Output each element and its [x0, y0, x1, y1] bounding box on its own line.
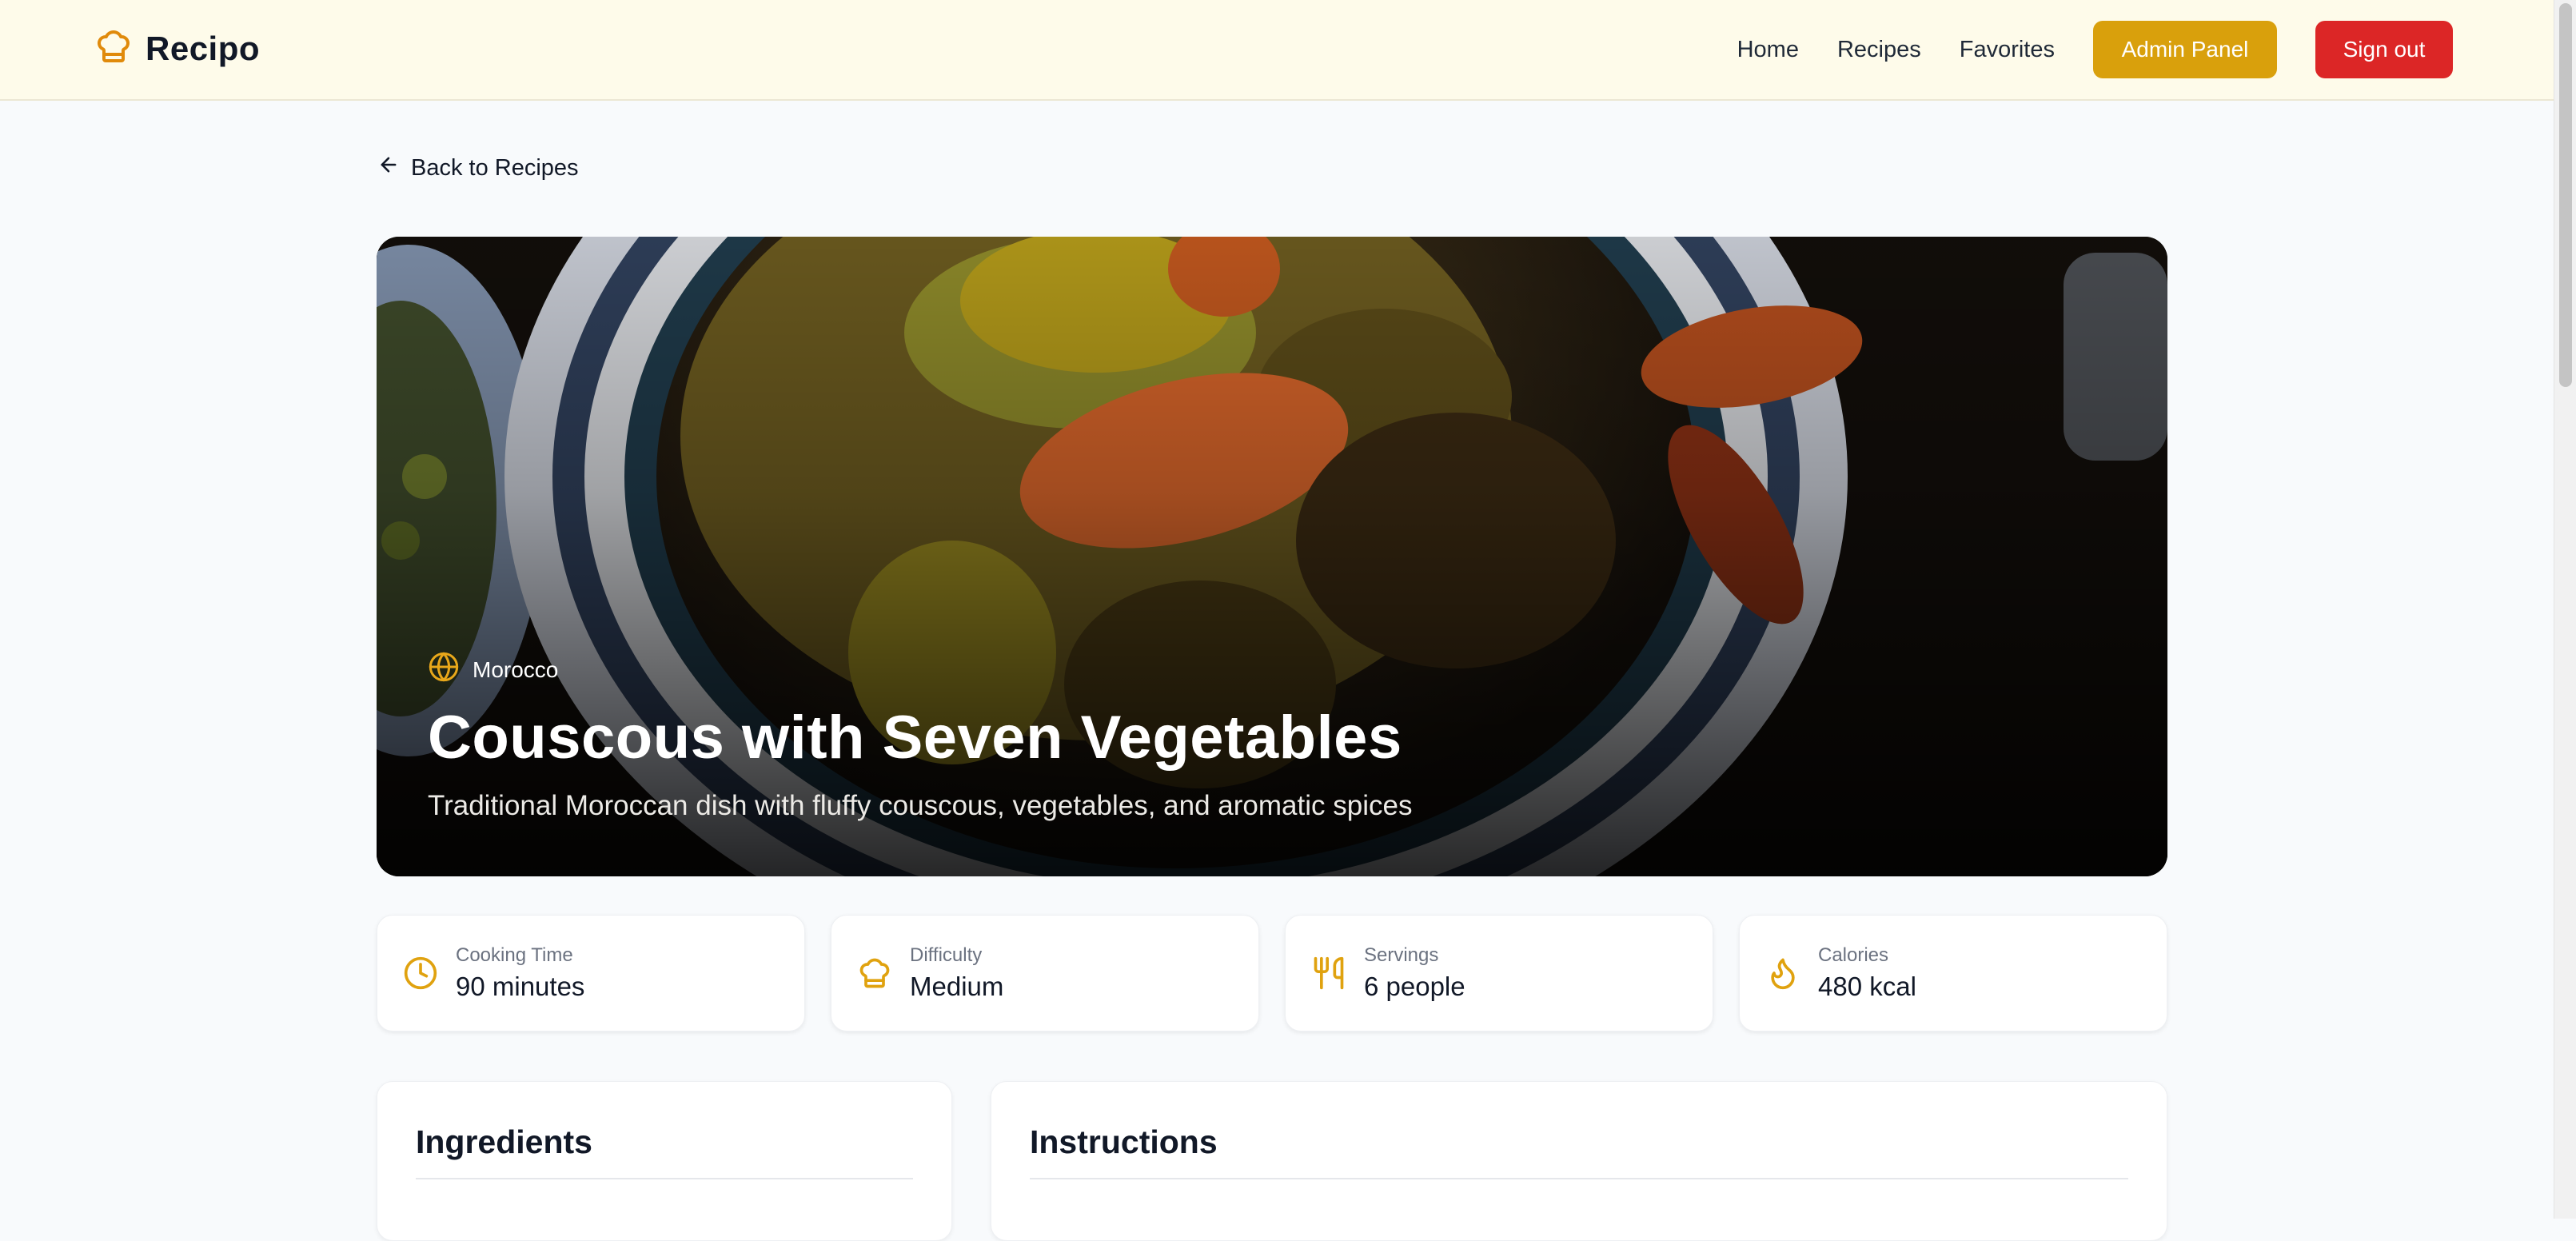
ingredients-heading: Ingredients	[416, 1123, 592, 1160]
globe-icon	[428, 651, 460, 688]
recipe-title: Couscous with Seven Vegetables	[428, 704, 1402, 772]
flame-icon	[1765, 956, 1800, 991]
stat-label: Difficulty	[910, 944, 983, 966]
stat-label: Calories	[1818, 944, 1889, 966]
stat-label: Servings	[1364, 944, 1439, 966]
page-scrollbar[interactable]	[2554, 0, 2576, 1219]
admin-panel-button[interactable]: Admin Panel	[2093, 21, 2277, 78]
utensils-icon	[1311, 956, 1346, 991]
hero-content: Morocco Couscous with Seven Vegetables T…	[428, 651, 1412, 822]
sign-out-button[interactable]: Sign out	[2315, 21, 2453, 78]
stat-label: Cooking Time	[456, 944, 573, 966]
scrollbar-thumb[interactable]	[2559, 3, 2572, 387]
main-nav: Home Recipes Favorites Admin Panel Sign …	[1699, 21, 2453, 78]
nav-favorites-link[interactable]: Favorites	[1960, 21, 2055, 78]
chef-hat-icon	[94, 27, 133, 70]
instructions-heading: Instructions	[1030, 1123, 1218, 1160]
brand-logo[interactable]: Recipo	[94, 27, 260, 70]
chef-hat-icon	[857, 956, 892, 991]
stat-value: 6 people	[1364, 972, 1465, 1001]
back-to-recipes-link[interactable]: Back to Recipes	[377, 154, 579, 182]
brand-name: Recipo	[146, 29, 261, 67]
arrow-left-icon	[377, 154, 400, 182]
recipe-stats: Cooking Time 90 minutes Difficulty Mediu…	[377, 915, 2167, 1032]
stat-value: Medium	[910, 972, 1004, 1001]
stat-card-calories: Calories 480 kcal	[1739, 915, 2167, 1032]
divider	[416, 1178, 913, 1179]
top-navbar: Recipo Home Recipes Favorites Admin Pane…	[0, 0, 2554, 101]
recipe-origin: Morocco	[428, 651, 1412, 688]
ingredients-panel: Ingredients	[377, 1081, 952, 1241]
clock-icon	[403, 956, 438, 991]
stat-card-difficulty: Difficulty Medium	[831, 915, 1259, 1032]
recipe-description: Traditional Moroccan dish with fluffy co…	[428, 790, 1413, 821]
nav-home-link[interactable]: Home	[1737, 21, 1799, 78]
recipe-origin-label: Morocco	[473, 656, 559, 682]
instructions-panel: Instructions	[991, 1081, 2167, 1241]
stat-card-cooking-time: Cooking Time 90 minutes	[377, 915, 805, 1032]
recipe-hero: Morocco Couscous with Seven Vegetables T…	[377, 237, 2167, 876]
stat-value: 90 minutes	[456, 972, 585, 1001]
nav-recipes-link[interactable]: Recipes	[1837, 21, 1921, 78]
divider	[1030, 1178, 2128, 1179]
stat-value: 480 kcal	[1818, 972, 1916, 1001]
back-link-label: Back to Recipes	[411, 154, 579, 181]
stat-card-servings: Servings 6 people	[1285, 915, 1713, 1032]
